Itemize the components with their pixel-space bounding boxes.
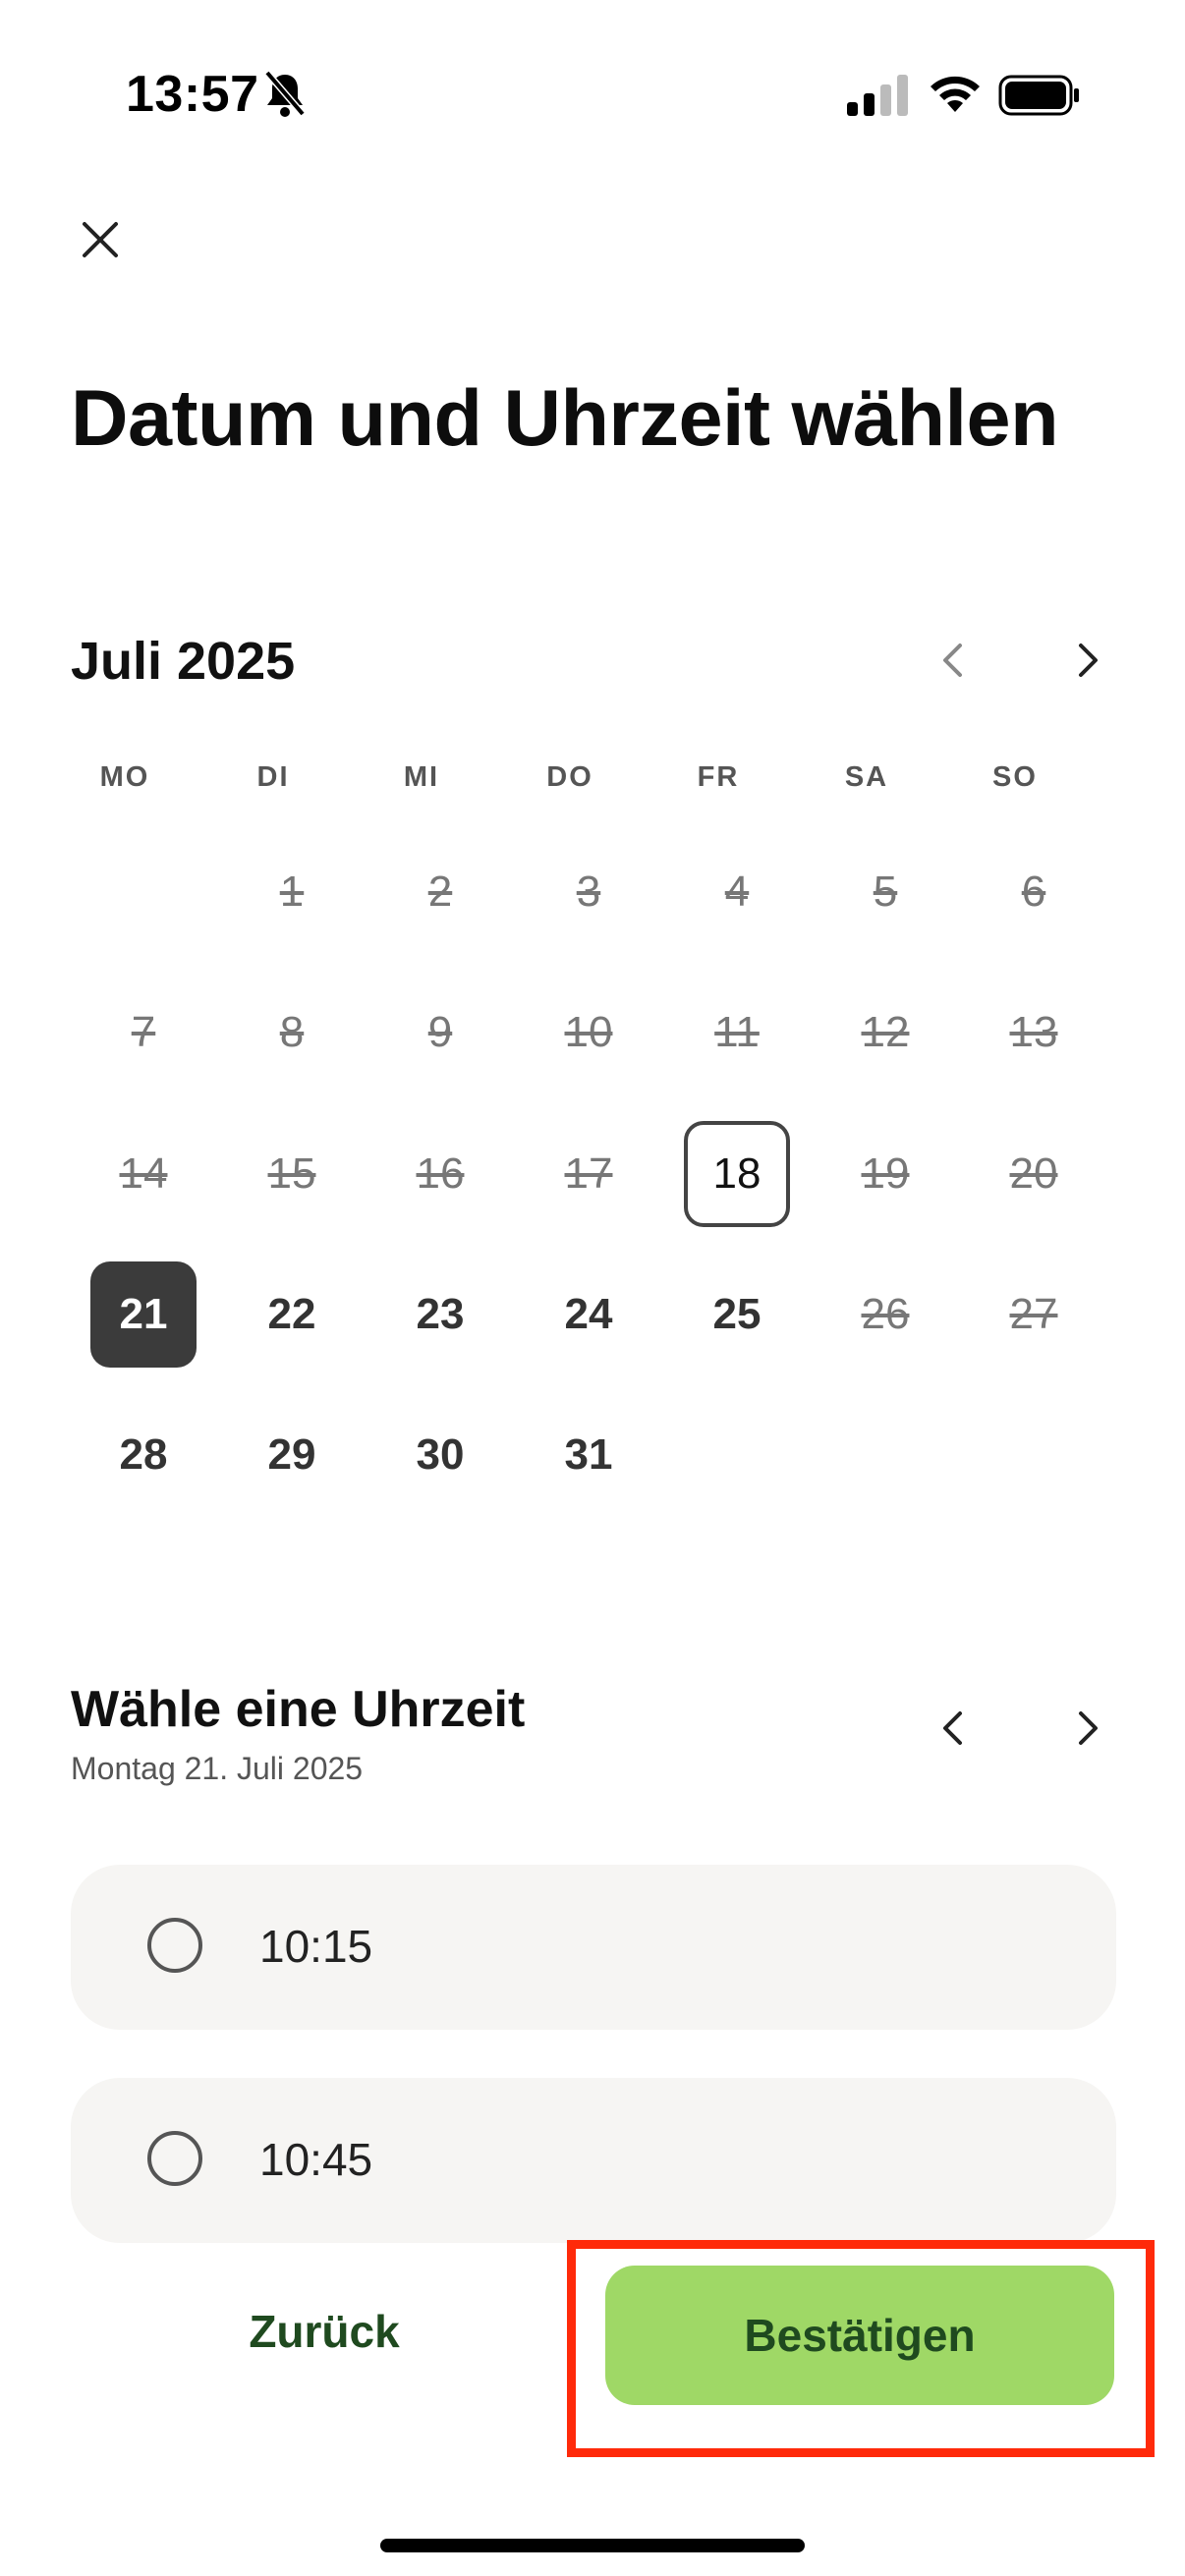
confirm-button[interactable]: Bestätigen [605,2266,1114,2405]
chevron-right-icon [1079,644,1098,677]
status-time: 13:57 [126,66,259,123]
weekday-label: DO [546,761,593,793]
time-slot-label: 10:45 [259,2134,373,2185]
calendar-day-selected[interactable]: 21 [90,1261,197,1368]
calendar-day: 16 [416,1149,465,1198]
close-icon [83,222,118,257]
chevron-right-icon [1079,1711,1098,1745]
previous-month-button[interactable] [919,626,988,695]
time-section-title: Wähle eine Uhrzeit [71,1681,526,1738]
calendar-day: 19 [861,1149,910,1198]
radio-button[interactable] [147,2131,202,2186]
calendar-day: 10 [564,1008,613,1056]
chevron-left-icon [943,644,962,677]
radio-button[interactable] [147,1918,202,1973]
time-slot-option[interactable]: 10:15 [71,1865,1116,2030]
weekday-label: MI [403,761,440,793]
calendar-day[interactable]: 23 [387,1261,493,1368]
calendar-day[interactable]: 29 [239,1402,345,1508]
calendar-day: 12 [861,1008,910,1056]
calendar-day: 5 [873,868,898,916]
weekday-label: SA [844,761,889,793]
status-bar: 13:57 [0,0,1185,196]
calendar-day: 13 [1009,1008,1058,1056]
calendar-day: 6 [1021,868,1046,916]
calendar-day: 26 [861,1290,910,1338]
calendar-day-today: 18 [684,1121,790,1227]
calendar-day: 11 [714,1008,760,1056]
calendar-day[interactable]: 30 [387,1402,493,1508]
calendar-day: 1 [279,868,305,916]
chevron-left-icon [943,1711,962,1745]
month-label: Juli 2025 [71,632,296,691]
wifi-icon [931,76,980,112]
calendar-day: 2 [427,868,453,916]
previous-day-button[interactable] [919,1694,988,1763]
bell-slash-icon [264,70,306,117]
calendar-day: 9 [427,1008,453,1056]
back-button[interactable]: Zurück [197,2277,452,2385]
weekday-label: SO [992,761,1038,793]
calendar-day[interactable]: 25 [684,1261,790,1368]
calendar-day: 8 [279,1008,305,1056]
weekday-label: DI [256,761,290,793]
calendar-day: 14 [119,1149,168,1198]
calendar-day: 15 [267,1149,316,1198]
page-title: Datum und Uhrzeit wählen [71,374,1059,463]
next-month-button[interactable] [1053,626,1122,695]
calendar-day: 17 [564,1149,613,1198]
weekday-label: FR [697,761,740,793]
time-slot-label: 10:15 [259,1921,373,1972]
calendar-day: 7 [131,1008,156,1056]
calendar-day[interactable]: 22 [239,1261,345,1368]
home-indicator [380,2539,805,2552]
cellular-signal-icon [847,75,908,116]
selected-date-label: Montag 21. Juli 2025 [71,1751,364,1786]
next-day-button[interactable] [1053,1694,1122,1763]
weekday-label: MO [99,761,150,793]
calendar-day: 4 [724,868,750,916]
calendar-day: 20 [1009,1149,1058,1198]
close-button[interactable] [71,210,130,269]
time-slot-option[interactable]: 10:45 [71,2078,1116,2243]
calendar-day[interactable]: 28 [90,1402,197,1508]
weekday-header: MO DI MI DO FR SA SO [71,761,1116,801]
battery-icon [998,75,1079,116]
calendar-day: 27 [1009,1290,1058,1338]
calendar-day[interactable]: 31 [536,1402,642,1508]
calendar-day: 3 [576,868,601,916]
calendar-day[interactable]: 24 [536,1261,642,1368]
screen: 13:57 Datum und Uhrzeit wählen Juli 2025… [0,0,1185,2576]
